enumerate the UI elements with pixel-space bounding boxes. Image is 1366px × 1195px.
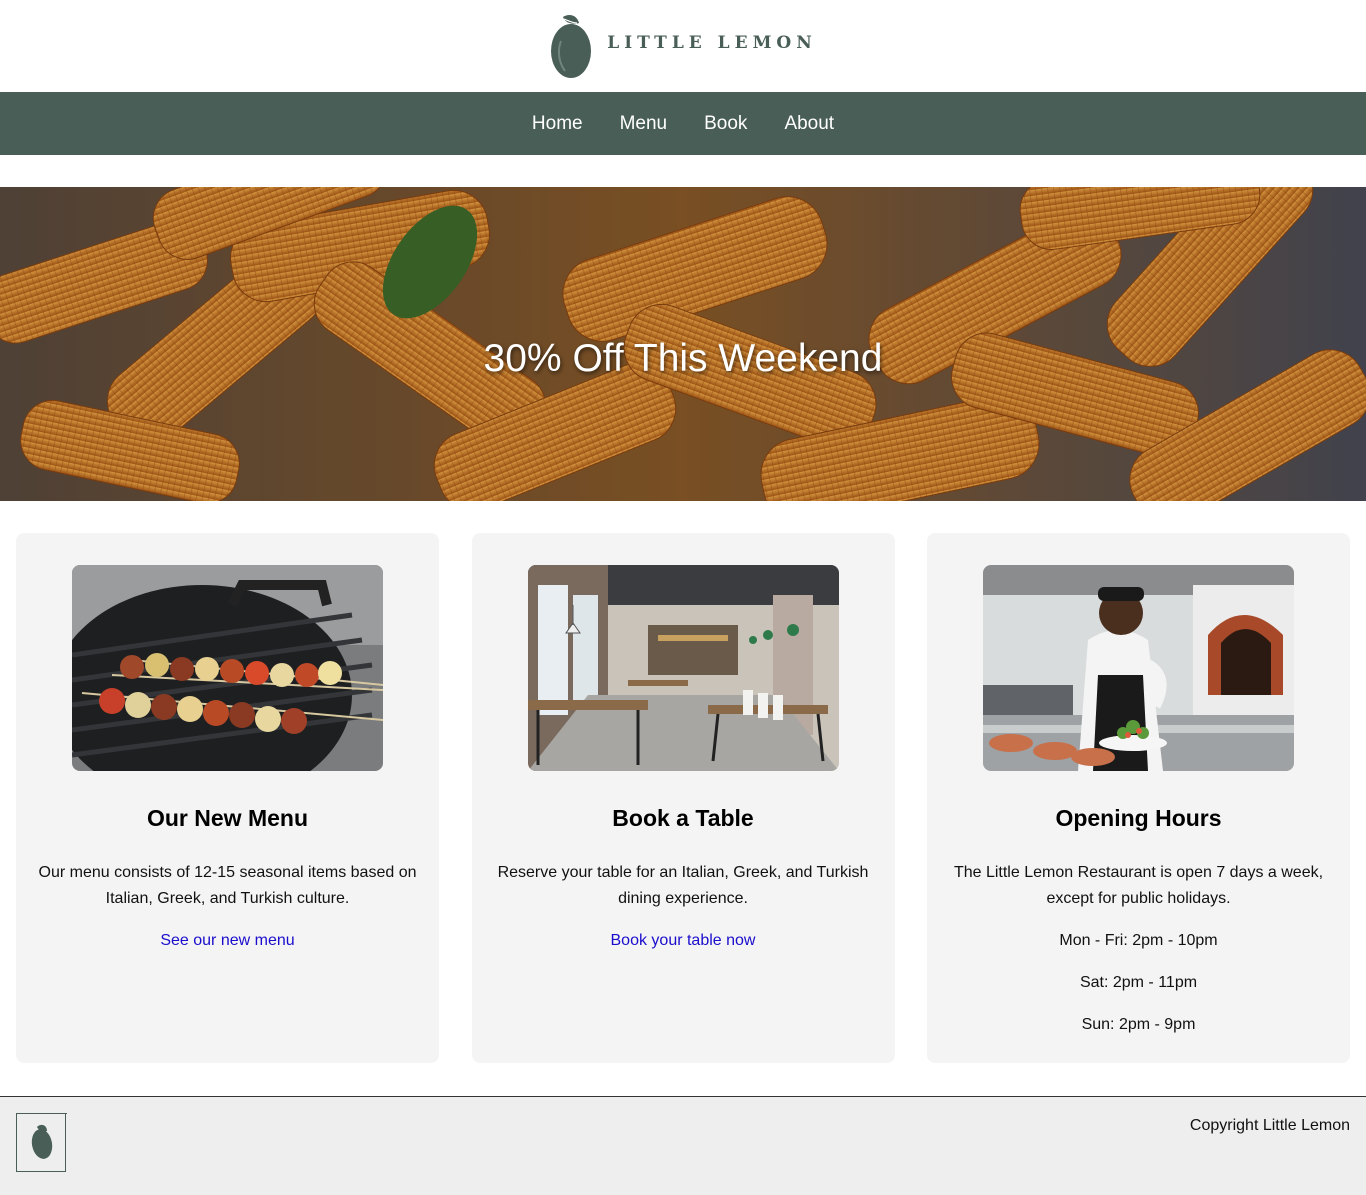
feature-cards: Our New Menu Our menu consists of 12-15 …: [16, 533, 1350, 1063]
card-new-menu: Our New Menu Our menu consists of 12-15 …: [16, 533, 439, 1063]
card-title: Opening Hours: [1055, 805, 1222, 831]
nav-about[interactable]: About: [784, 113, 834, 135]
hours-saturday: Sat: 2pm - 11pm: [1079, 974, 1198, 991]
nav-home[interactable]: Home: [532, 113, 583, 135]
footer-logo-border: [17, 1113, 67, 1114]
card-description: Our menu consists of 12-15 seasonal item…: [38, 864, 417, 907]
chef-cooking-image: [983, 565, 1294, 771]
site-header: LITTLE LEMON: [0, 0, 1366, 92]
brand-name: LITTLE LEMON: [607, 33, 817, 53]
footer-logo[interactable]: [16, 1113, 67, 1172]
restaurant-interior-image: [527, 565, 839, 771]
main-navigation: Home Menu Book About: [0, 92, 1366, 155]
grill-skewers-image: [72, 565, 383, 771]
site-footer: Copyright Little Lemon: [0, 1096, 1366, 1195]
card-title: Our New Menu: [146, 805, 308, 831]
nav-menu[interactable]: Menu: [620, 113, 668, 135]
hours-sunday: Sun: 2pm - 9pm: [1081, 1016, 1196, 1033]
book-table-link[interactable]: Book your table now: [611, 932, 756, 950]
footer-logo-border: [65, 1113, 66, 1172]
card-opening-hours: Opening Hours The Little Lemon Restauran…: [927, 533, 1350, 1063]
hero-banner: 30% Off This Weekend: [0, 187, 1366, 501]
card-book-table: Book a Table Reserve your table for an I…: [471, 533, 895, 1063]
lemon-logo-icon[interactable]: [549, 11, 593, 81]
hero-title: 30% Off This Weekend: [483, 337, 883, 380]
hours-weekdays: Mon - Fri: 2pm - 10pm: [1059, 932, 1218, 949]
copyright-text: Copyright Little Lemon: [1189, 1117, 1350, 1134]
card-description: The Little Lemon Restaurant is open 7 da…: [953, 864, 1324, 907]
card-description: Reserve your table for an Italian, Greek…: [497, 864, 869, 907]
lemon-icon: [31, 1124, 53, 1159]
see-menu-link[interactable]: See our new menu: [160, 932, 294, 950]
nav-book[interactable]: Book: [704, 113, 747, 135]
card-title: Book a Table: [612, 805, 754, 831]
